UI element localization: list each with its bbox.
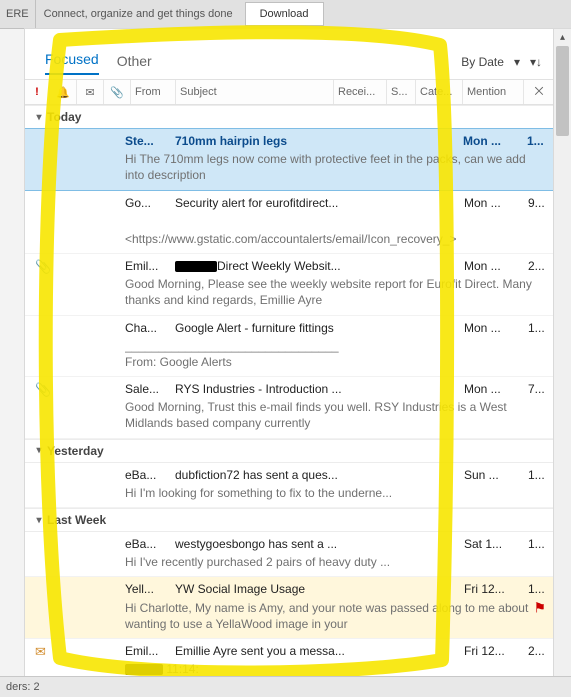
col-from[interactable]: From bbox=[131, 80, 176, 104]
msg-from: Emil... bbox=[125, 258, 171, 274]
msg-subject: Google Alert - furniture fittings bbox=[171, 320, 464, 336]
tab-focused[interactable]: Focused bbox=[45, 51, 99, 75]
msg-subject: 710mm hairpin legs bbox=[171, 133, 463, 149]
col-mention[interactable]: Mention bbox=[463, 80, 524, 104]
msg-preview: Hi I've recently purchased 2 pairs of he… bbox=[125, 554, 548, 570]
message-row[interactable]: Ste... 710mm hairpin legs Mon ... 1... H… bbox=[25, 128, 554, 191]
message-row[interactable]: Sale... RYS Industries - Introduction ..… bbox=[25, 377, 554, 439]
envelope-icon bbox=[35, 643, 46, 661]
msg-preview: Hi I'm looking for something to fix to t… bbox=[125, 485, 548, 501]
msg-received: Fri 12... bbox=[464, 581, 528, 597]
col-attachment[interactable] bbox=[104, 80, 131, 104]
msg-received: Sat 1... bbox=[464, 536, 528, 552]
group-today[interactable]: Today bbox=[25, 105, 554, 129]
msg-count: 1... bbox=[528, 536, 548, 552]
msg-from: eBa... bbox=[125, 536, 171, 552]
msg-subject: YW Social Image Usage bbox=[171, 581, 464, 597]
col-filter[interactable]: ⨉ bbox=[524, 80, 554, 104]
col-reminder[interactable] bbox=[50, 80, 77, 104]
group-label: Yesterday bbox=[47, 444, 104, 458]
app-tag: ERE bbox=[0, 0, 36, 28]
msg-from: Ste... bbox=[125, 133, 171, 149]
message-row[interactable]: Cha... Google Alert - furniture fittings… bbox=[25, 316, 554, 378]
msg-count: 1... bbox=[528, 467, 548, 483]
message-row[interactable]: Yell... YW Social Image Usage Fri 12... … bbox=[25, 577, 554, 639]
msg-count: 7... bbox=[528, 381, 548, 397]
msg-received: Mon ... bbox=[464, 195, 528, 211]
filter-icon: ⨉ bbox=[535, 86, 544, 99]
col-importance[interactable] bbox=[25, 80, 50, 104]
scroll-up-icon[interactable] bbox=[554, 29, 571, 46]
mail-pane: Focused Other By Date ↓ From Subject Rec… bbox=[24, 28, 571, 697]
msg-subject: dubfiction72 has sent a ques... bbox=[171, 467, 464, 483]
col-icon[interactable] bbox=[77, 80, 104, 104]
importance-icon bbox=[35, 86, 39, 98]
msg-subject: Direct Weekly Websit... bbox=[171, 258, 464, 274]
status-bar: ders: 2 bbox=[0, 676, 571, 697]
message-row[interactable]: eBa... dubfiction72 has sent a ques... S… bbox=[25, 463, 554, 508]
msg-count: 1... bbox=[528, 320, 548, 336]
msg-received: Mon ... bbox=[464, 320, 528, 336]
message-list: Today Ste... 710mm hairpin legs Mon ... … bbox=[25, 105, 554, 697]
col-subject[interactable]: Subject bbox=[176, 80, 334, 104]
msg-received: Sun ... bbox=[464, 467, 528, 483]
msg-preview: <https://www.gstatic.com/accountalerts/e… bbox=[125, 231, 548, 247]
msg-from: Sale... bbox=[125, 381, 171, 397]
msg-from: Emil... bbox=[125, 643, 171, 659]
col-received[interactable]: Recei... bbox=[334, 80, 387, 104]
group-label: Today bbox=[47, 110, 81, 124]
message-row[interactable]: Go... Security alert for eurofitdirect..… bbox=[25, 191, 554, 254]
paperclip-icon bbox=[35, 258, 51, 276]
msg-preview: Hi The 710mm legs now come with protecti… bbox=[125, 151, 547, 183]
chevron-down-icon bbox=[31, 112, 47, 123]
group-last-week[interactable]: Last Week bbox=[25, 508, 554, 532]
sort-direction-icon[interactable]: ↓ bbox=[530, 55, 542, 69]
msg-count: 9... bbox=[528, 195, 548, 211]
msg-subject: Emillie Ayre sent you a messa... bbox=[171, 643, 464, 659]
download-button[interactable]: Download bbox=[245, 2, 324, 26]
message-row[interactable]: Emil... Direct Weekly Websit... Mon ... … bbox=[25, 254, 554, 316]
group-yesterday[interactable]: Yesterday bbox=[25, 439, 554, 463]
msg-preview: ________________________________ From: G… bbox=[125, 338, 548, 370]
flag-icon[interactable] bbox=[533, 598, 546, 617]
mail-icon bbox=[85, 86, 94, 99]
msg-from: eBa... bbox=[125, 467, 171, 483]
msg-received: Mon ... bbox=[464, 381, 528, 397]
msg-count: 2... bbox=[528, 643, 548, 659]
chevron-down-icon bbox=[31, 445, 47, 456]
msg-count: 1... bbox=[528, 581, 548, 597]
msg-from: Go... bbox=[125, 195, 171, 211]
msg-subject: westygoesbongo has sent a ... bbox=[171, 536, 464, 552]
bell-icon bbox=[56, 86, 70, 99]
message-row[interactable]: eBa... westygoesbongo has sent a ... Sat… bbox=[25, 532, 554, 577]
msg-received: Mon ... bbox=[464, 258, 528, 274]
msg-received: Mon ... bbox=[463, 133, 527, 149]
msg-received: Fri 12... bbox=[464, 643, 528, 659]
col-categories[interactable]: Cate... bbox=[416, 80, 463, 104]
msg-count: 2... bbox=[528, 258, 548, 274]
msg-from: Yell... bbox=[125, 581, 171, 597]
sort-by-date[interactable]: By Date bbox=[461, 55, 504, 69]
msg-preview: Hi Charlotte, My name is Amy, and your n… bbox=[125, 600, 548, 632]
col-size[interactable]: S... bbox=[387, 80, 416, 104]
paperclip-icon bbox=[35, 381, 51, 399]
msg-preview: Good Morning, Please see the weekly webs… bbox=[125, 276, 548, 308]
paperclip-icon bbox=[110, 86, 124, 99]
scroll-thumb[interactable] bbox=[556, 46, 569, 136]
column-headers: From Subject Recei... S... Cate... Menti… bbox=[25, 79, 554, 105]
msg-subject: RYS Industries - Introduction ... bbox=[171, 381, 464, 397]
chevron-down-icon bbox=[31, 515, 47, 526]
status-items: ders: 2 bbox=[6, 681, 40, 693]
msg-preview: Good Morning, Trust this e-mail finds yo… bbox=[125, 399, 548, 431]
tab-other[interactable]: Other bbox=[117, 53, 152, 75]
app-description: Connect, organize and get things done bbox=[36, 0, 241, 28]
vertical-scrollbar[interactable] bbox=[553, 29, 571, 697]
msg-count: 1... bbox=[527, 133, 547, 149]
group-label: Last Week bbox=[47, 513, 106, 527]
msg-from: Cha... bbox=[125, 320, 171, 336]
msg-subject: Security alert for eurofitdirect... bbox=[171, 195, 464, 211]
chevron-down-icon[interactable] bbox=[514, 55, 520, 69]
